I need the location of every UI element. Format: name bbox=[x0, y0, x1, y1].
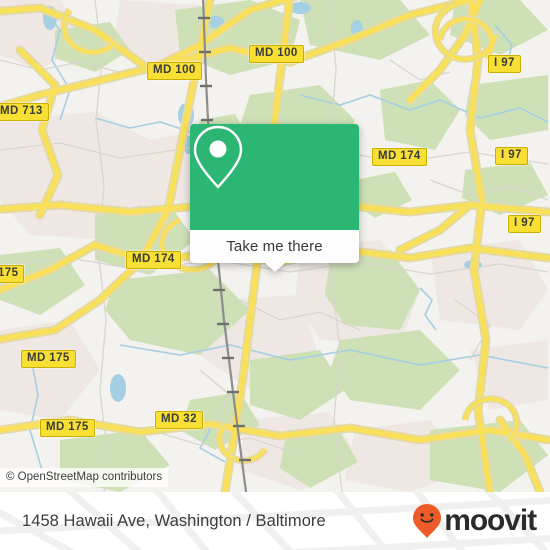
road-shield: 175 bbox=[0, 265, 25, 283]
moovit-smiley-pin-icon bbox=[413, 504, 442, 538]
road-shield: MD 174 bbox=[126, 251, 181, 269]
road-shield: MD 32 bbox=[155, 411, 203, 429]
location-title: 1458 Hawaii Ave, Washington / Baltimore bbox=[22, 511, 326, 530]
road-shield: MD 713 bbox=[0, 103, 49, 121]
footer-bar: 1458 Hawaii Ave, Washington / Baltimore … bbox=[0, 492, 550, 550]
marker-card-pointer bbox=[264, 263, 285, 272]
marker-card-image-area bbox=[190, 124, 359, 230]
road-shield: MD 100 bbox=[249, 45, 304, 63]
road-shield: MD 175 bbox=[21, 350, 76, 368]
osm-attribution[interactable]: © OpenStreetMap contributors bbox=[0, 468, 169, 487]
road-shield: I 97 bbox=[488, 55, 521, 73]
take-me-there-label: Take me there bbox=[226, 238, 323, 255]
moovit-map-screenshot: MD 100 MD 100 MD 713 I 97 MD 174 I 97 I … bbox=[0, 0, 550, 550]
location-marker-card[interactable]: Take me there bbox=[190, 124, 359, 272]
road-shield: MD 174 bbox=[372, 148, 427, 166]
location-pin-icon bbox=[193, 125, 243, 189]
road-shield: I 97 bbox=[495, 147, 528, 165]
map-canvas[interactable]: MD 100 MD 100 MD 713 I 97 MD 174 I 97 I … bbox=[0, 0, 550, 492]
road-shield: MD 175 bbox=[40, 419, 95, 437]
take-me-there-button[interactable]: Take me there bbox=[190, 230, 359, 272]
road-shield: I 97 bbox=[508, 215, 541, 233]
moovit-wordmark: moovit bbox=[444, 504, 537, 537]
moovit-logo[interactable]: moovit bbox=[412, 503, 537, 539]
road-shield: MD 100 bbox=[147, 62, 202, 80]
